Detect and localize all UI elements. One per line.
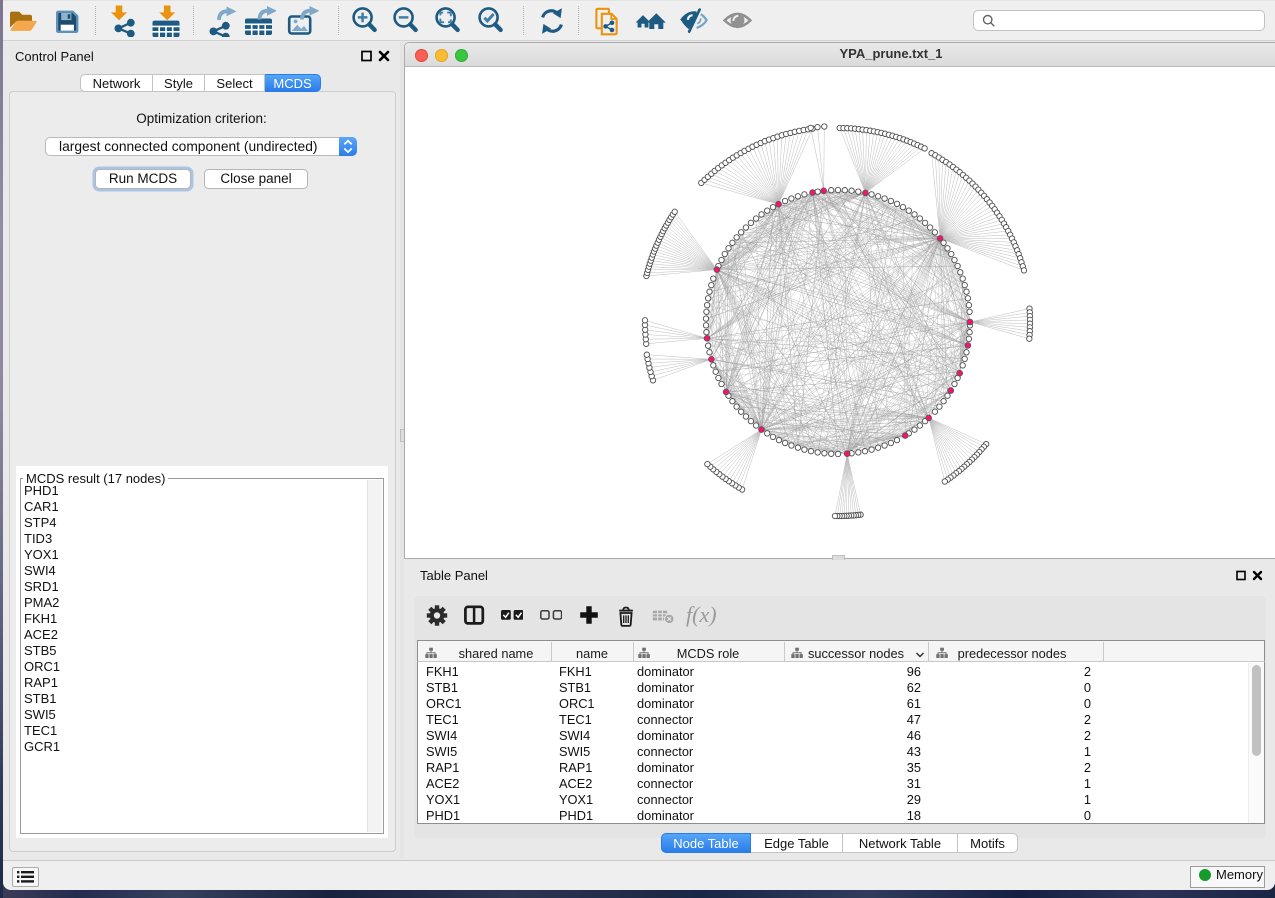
svg-text:f(x): f(x) xyxy=(686,602,717,627)
